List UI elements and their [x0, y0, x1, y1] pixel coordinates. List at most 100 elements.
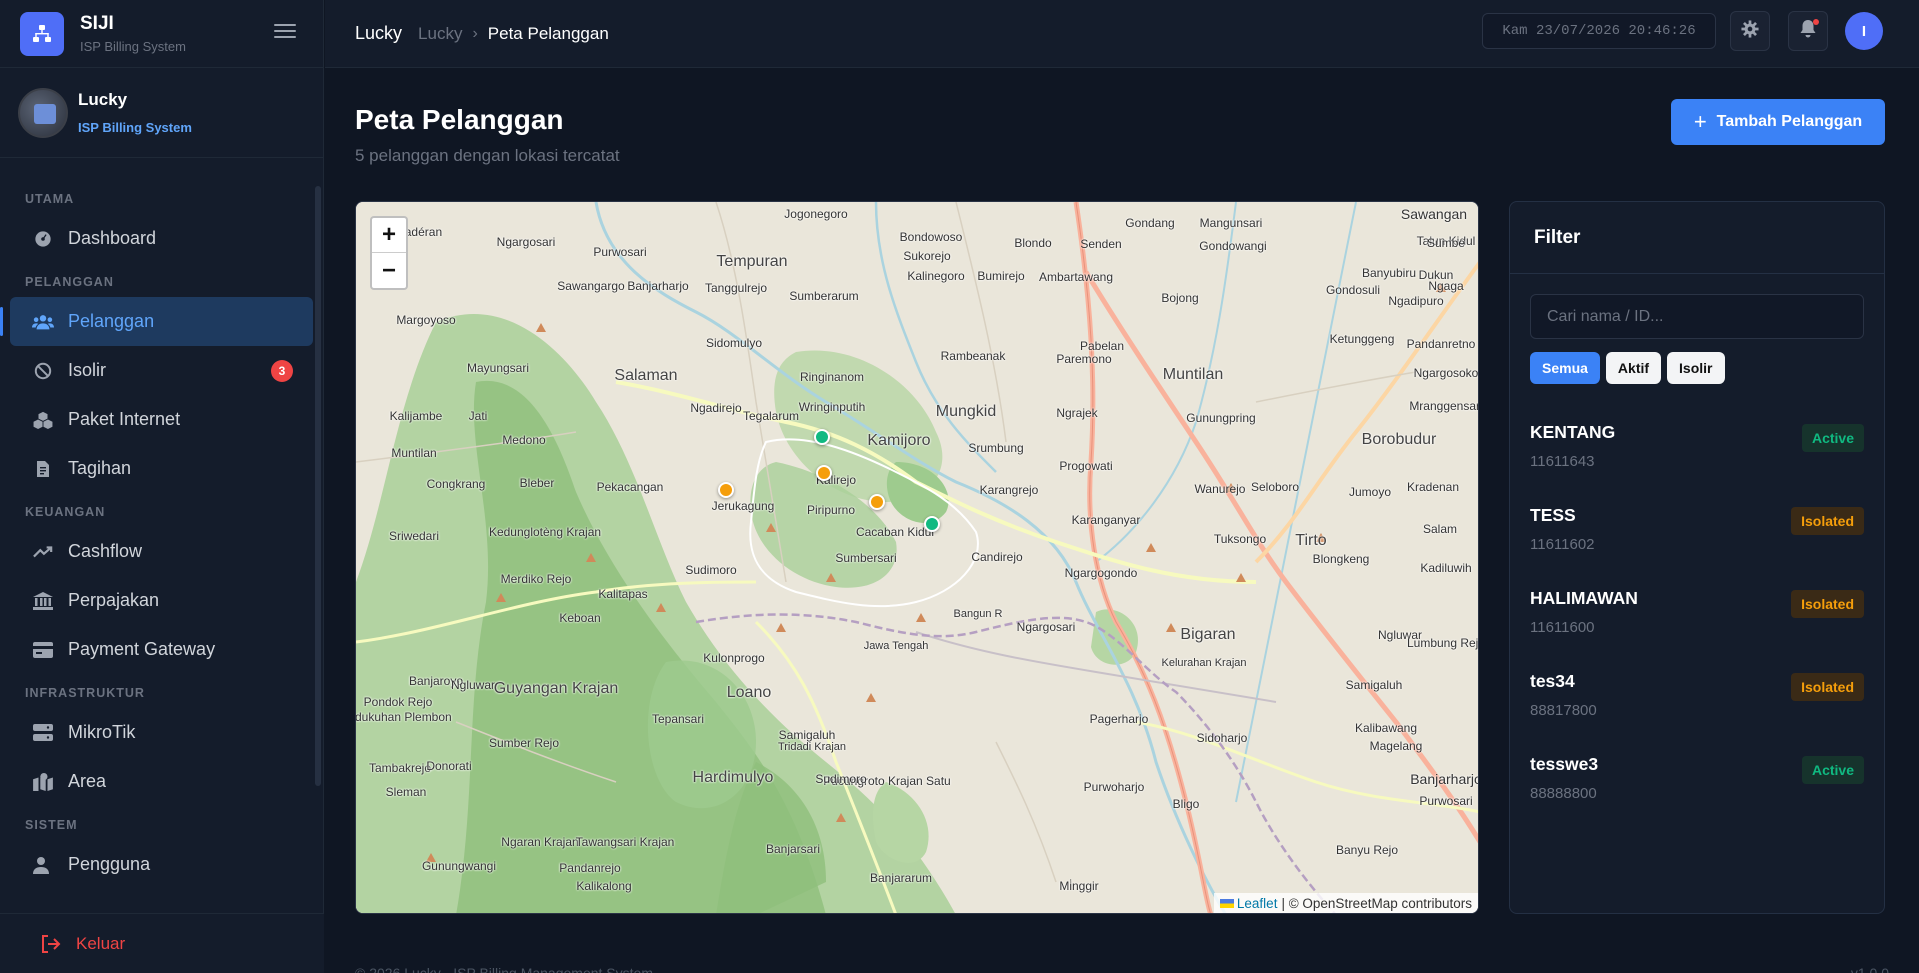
status-badge: Isolated	[1791, 507, 1864, 535]
sidebar-item-label: Dashboard	[68, 228, 157, 248]
map-place-label: Margoyoso	[396, 313, 456, 327]
map-place-label: Sudimoro	[685, 563, 737, 577]
map-location-icon	[32, 771, 54, 793]
zoom-in-button[interactable]: +	[372, 218, 406, 253]
avatar[interactable]: I	[1845, 12, 1883, 50]
gauge-icon	[32, 228, 54, 250]
sidebar-item-isolir[interactable]: Isolir 3	[10, 346, 313, 395]
breadcrumb-current: Peta Pelanggan	[487, 23, 609, 43]
sidebar-item-label: Pengguna	[68, 854, 151, 874]
breadcrumb-item[interactable]: Lucky	[418, 24, 462, 44]
sidebar-item-cashflow[interactable]: Cashflow	[10, 527, 313, 576]
map-place-label: Cacaban Kidul	[855, 525, 935, 539]
map-place-label: Sleman	[385, 785, 427, 799]
breadcrumb-root[interactable]: Lucky	[355, 23, 402, 44]
map-place-label: Sudimoro	[815, 772, 867, 786]
sidebar-scrollbar[interactable]	[315, 186, 321, 786]
map-place-label: Banjarharjo	[1410, 771, 1479, 787]
map-place-label: Jati	[468, 409, 488, 423]
map-place-label: Bondowoso	[899, 230, 963, 244]
topbar: Lucky Lucky › Peta Pelanggan Kam 23/07/2…	[325, 0, 1919, 68]
map-place-label: Ambartawang	[1038, 270, 1114, 284]
map-place-label: Gondowangi	[1199, 239, 1267, 253]
menu-toggle-icon[interactable]	[274, 20, 296, 42]
invoice-icon	[32, 458, 54, 480]
map-place-label: Sumber Rejo	[488, 736, 560, 750]
notification-dot	[1813, 19, 1819, 25]
map-place-label: Bumirejo	[977, 269, 1025, 283]
map-place-label: Ngargosoko	[1413, 366, 1479, 380]
map-place-label: Tegalarum	[742, 409, 800, 423]
user-card: Lucky ISP Billing System	[0, 68, 323, 158]
map-attribution: Leaflet | © OpenStreetMap contributors	[1213, 893, 1478, 913]
sidebar-item-pelanggan[interactable]: Pelanggan	[0, 297, 313, 346]
filter-chip-aktif[interactable]: Aktif	[1605, 352, 1662, 384]
network-icon	[20, 11, 64, 56]
sidebar-item-pengguna[interactable]: Pengguna	[10, 840, 313, 889]
brand-name: SIJI	[80, 13, 114, 34]
customer-map[interactable]: Jogonegoro Gondang Mangunsari Sawangan Wadér…	[355, 201, 1479, 914]
map-place-label: Ngaran Krajan	[501, 835, 579, 849]
app-root: SIJI ISP Billing System Lucky ISP Billin…	[0, 0, 1919, 973]
map-marker-isolated[interactable]	[869, 494, 885, 510]
map-place-label: Kalinegoro	[907, 269, 965, 283]
map-place-label: Pandanretno	[1406, 337, 1476, 351]
sidebar-item-mikrotik[interactable]: MikroTik	[10, 708, 313, 757]
sidebar-item-label: Tagihan	[68, 458, 132, 478]
sidebar-item-dashboard[interactable]: Dashboard	[10, 214, 313, 263]
list-item[interactable]: tesswe3 88888800 Active	[1530, 746, 1864, 829]
map-place-label: Bleber	[519, 476, 555, 490]
map-marker-isolated[interactable]	[718, 482, 734, 498]
list-item[interactable]: KENTANG 11611643 Active	[1530, 414, 1864, 497]
sidebar-item-perpajakan[interactable]: Perpajakan	[10, 576, 313, 625]
map-place-label: Merdiko Rejo	[500, 572, 572, 586]
map-place-label: Samigaluh	[1345, 678, 1403, 692]
map-place-label: Sumbe	[1426, 236, 1466, 250]
map-place-label: Lumbung Rejo	[1406, 636, 1479, 650]
sidebar-item-payment-gateway[interactable]: Payment Gateway	[10, 625, 313, 674]
theme-toggle-button[interactable]	[1730, 11, 1770, 51]
users-icon	[32, 311, 54, 333]
add-customer-button[interactable]: + Tambah Pelanggan	[1671, 99, 1885, 145]
filter-chip-isolir[interactable]: Isolir	[1667, 352, 1725, 384]
map-place-label: Kedunglotèng Krajan	[488, 525, 602, 539]
bank-icon	[32, 590, 54, 612]
map-place-label: Progowati	[1059, 459, 1113, 473]
notifications-button[interactable]	[1788, 11, 1828, 51]
sidebar-item-paket-internet[interactable]: Paket Internet	[10, 395, 313, 444]
sidebar-item-label: Pelanggan	[68, 311, 155, 331]
status-badge: Active	[1801, 424, 1864, 452]
map-place-label: Kalibawang	[1354, 721, 1418, 735]
main-content: Peta Pelanggan 5 pelanggan dengan lokasi…	[325, 69, 1919, 973]
map-marker-active[interactable]	[814, 429, 830, 445]
map-place-label: Tepansari	[651, 712, 705, 726]
leaflet-link[interactable]: Leaflet	[1219, 896, 1277, 911]
map-place-label: Loano	[726, 684, 772, 701]
sidebar-item-label: Paket Internet	[68, 409, 181, 429]
map-place-label: Banyubiru	[1361, 266, 1417, 280]
logout-button[interactable]: Keluar	[0, 913, 324, 973]
map-place-label: Magelang	[1369, 739, 1423, 753]
zoom-out-button[interactable]: −	[372, 253, 406, 288]
map-marker-active[interactable]	[924, 516, 940, 532]
sidebar-item-area[interactable]: Area	[10, 757, 313, 806]
map-place-label: Hardimulyo	[692, 769, 774, 786]
list-item[interactable]: TESS 11611602 Isolated	[1530, 497, 1864, 580]
ukraine-flag-icon	[1219, 898, 1234, 908]
map-place-label: Kalitapas	[598, 587, 648, 601]
list-item[interactable]: HALIMAWAN 11611600 Isolated	[1530, 580, 1864, 663]
map-place-label: Mranggensari	[1409, 399, 1479, 413]
map-marker-isolated[interactable]	[816, 465, 832, 481]
filter-chip-semua[interactable]: Semua	[1530, 352, 1600, 384]
page-subtitle: 5 pelanggan dengan lokasi tercatat	[355, 146, 620, 165]
map-place-label: Pabelan	[1079, 339, 1125, 353]
search-input[interactable]	[1530, 294, 1864, 339]
sidebar-item-tagihan[interactable]: Tagihan	[10, 444, 313, 493]
list-item[interactable]: tes34 88817800 Isolated	[1530, 663, 1864, 746]
map-place-label: Gondang	[1125, 216, 1175, 230]
map-place-label: Piripurno	[806, 503, 856, 517]
nav-section-sistem: SISTEM	[25, 818, 78, 832]
map-place-label: Tridadi Krajan	[777, 741, 847, 753]
user-name: Lucky	[78, 90, 128, 109]
app-version: v1.0.0	[1850, 965, 1889, 973]
